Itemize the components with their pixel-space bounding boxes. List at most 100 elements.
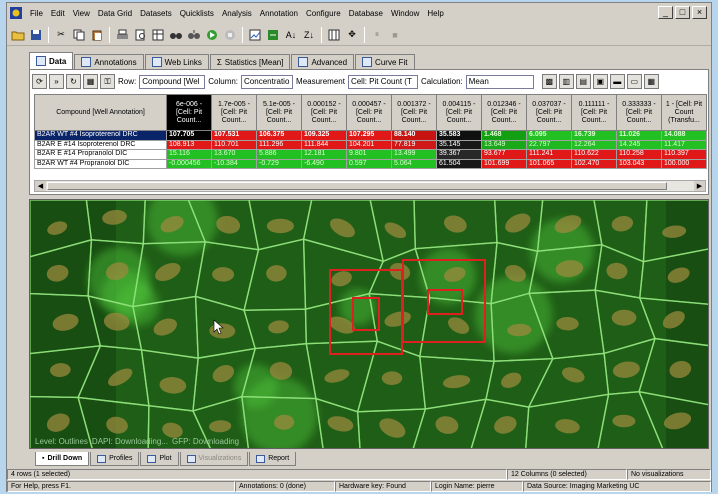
menu-data-grid[interactable]: Data Grid bbox=[94, 9, 136, 18]
horizontal-scrollbar[interactable]: ◀ ▶ bbox=[34, 180, 706, 192]
measurement-field[interactable]: Cell: Pit Count (T bbox=[347, 74, 418, 89]
tab-data[interactable]: Data bbox=[29, 52, 74, 69]
table-row[interactable]: B2AR E #14 Isoproterenol DRC 108.913 110.7… bbox=[34, 139, 707, 150]
menu-view[interactable]: View bbox=[69, 9, 94, 18]
restore-button[interactable]: □ bbox=[675, 6, 690, 19]
calculation-field[interactable]: Mean bbox=[465, 74, 534, 89]
menu-help[interactable]: Help bbox=[423, 9, 447, 18]
table-row[interactable]: B2AR WT #4 Propranolol DIC -0.000456 -10.3… bbox=[34, 158, 707, 169]
grid-cell[interactable]: 93.677 bbox=[481, 149, 527, 160]
grid-cell[interactable]: 39.367 bbox=[436, 149, 482, 160]
grid-cell[interactable]: 6.095 bbox=[526, 130, 572, 141]
grid-cell[interactable]: 13.499 bbox=[391, 149, 437, 160]
grid-cell[interactable]: 14.245 bbox=[616, 139, 662, 150]
find-next-icon[interactable] bbox=[186, 27, 202, 43]
menu-database[interactable]: Database bbox=[345, 9, 387, 18]
grid-cell[interactable]: 107.295 bbox=[346, 130, 392, 141]
grid-cell[interactable]: 104.201 bbox=[346, 139, 392, 150]
tab-visualizations[interactable]: Visualizations bbox=[179, 452, 249, 466]
grid-cell[interactable]: 11.026 bbox=[616, 130, 662, 141]
print-icon[interactable] bbox=[114, 27, 130, 43]
grid-cell[interactable]: 5.064 bbox=[391, 158, 437, 169]
menu-configure[interactable]: Configure bbox=[302, 9, 345, 18]
grid-cell[interactable]: 101.065 bbox=[526, 158, 572, 169]
grid-cell[interactable]: 11.417 bbox=[661, 139, 707, 150]
grid-column-header[interactable]: 0.000457 - [Cell: Pit Count... bbox=[346, 94, 392, 131]
grid-column-header[interactable]: 0.000152 - [Cell: Pit Count... bbox=[301, 94, 347, 131]
menu-edit[interactable]: Edit bbox=[47, 9, 69, 18]
move-icon[interactable]: ✥ bbox=[344, 27, 360, 43]
grid-cell[interactable]: 9.801 bbox=[346, 149, 392, 160]
colormap-icon[interactable]: ▥ bbox=[558, 74, 574, 89]
grid-cell[interactable]: 111.241 bbox=[526, 149, 572, 160]
chart-icon[interactable] bbox=[247, 27, 263, 43]
tab-web-links[interactable]: Web Links bbox=[144, 54, 209, 69]
grid-cell[interactable]: 111.844 bbox=[301, 139, 347, 150]
grid-cell[interactable]: 35.145 bbox=[436, 139, 482, 150]
grid-layout-icon[interactable]: ▦ bbox=[83, 74, 98, 89]
cut-icon[interactable]: ✂ bbox=[53, 27, 69, 43]
grid-column-header[interactable]: 0.037037 - [Cell: Pit Count... bbox=[526, 94, 572, 131]
grid-column-header[interactable]: 0.111111 - [Cell: Pit Count... bbox=[571, 94, 617, 131]
grid-cell[interactable]: 88.140 bbox=[391, 130, 437, 141]
grid-cell[interactable]: 13.670 bbox=[211, 149, 257, 160]
grid-cell[interactable]: 111.296 bbox=[256, 139, 302, 150]
display-icon[interactable]: ▬ bbox=[609, 74, 625, 89]
menu-annotation[interactable]: Annotation bbox=[256, 9, 302, 18]
paste-icon[interactable] bbox=[89, 27, 105, 43]
reload-icon[interactable]: ↻ bbox=[66, 74, 81, 89]
tab-profiles[interactable]: Profiles bbox=[90, 452, 140, 466]
grid-cell[interactable]: 102.470 bbox=[571, 158, 617, 169]
grid-column-header[interactable]: 0.001372 - [Cell: Pit Count... bbox=[391, 94, 437, 131]
tab-annotations[interactable]: Annotations bbox=[74, 54, 144, 69]
grid-column-header[interactable]: 0.333333 - [Cell: Pit Count... bbox=[616, 94, 662, 131]
save-icon[interactable] bbox=[28, 27, 44, 43]
grid-cell[interactable]: 14.088 bbox=[661, 130, 707, 141]
scroll-thumb[interactable] bbox=[47, 182, 667, 190]
grid-cell[interactable]: 5.886 bbox=[256, 149, 302, 160]
menu-quicklists[interactable]: Quicklists bbox=[176, 9, 218, 18]
tab-advanced[interactable]: Advanced bbox=[291, 54, 355, 69]
copy-grid-icon[interactable] bbox=[150, 27, 166, 43]
grid-cell[interactable]: 101.699 bbox=[481, 158, 527, 169]
find-icon[interactable] bbox=[168, 27, 184, 43]
open-folder-icon[interactable] bbox=[10, 27, 26, 43]
menu-file[interactable]: File bbox=[26, 9, 47, 18]
grid-cell[interactable]: 110.258 bbox=[616, 149, 662, 160]
filter-icon[interactable]: ▤ bbox=[575, 74, 591, 89]
tab-report[interactable]: Report bbox=[249, 452, 297, 466]
grid-cell[interactable]: 1.468 bbox=[481, 130, 527, 141]
tab-statistics[interactable]: Σ Statistics [Mean] bbox=[209, 54, 291, 69]
grid-column-header[interactable]: 5.1e-005 - [Cell: Pit Count... bbox=[256, 94, 302, 131]
scroll-right-icon[interactable]: ▶ bbox=[694, 181, 705, 191]
column-field[interactable]: Concentratio bbox=[241, 74, 294, 89]
row-field[interactable]: Compound [Wel bbox=[139, 74, 206, 89]
grid-column-header[interactable]: 1 - [Cell: Pit Count (Transfu... bbox=[661, 94, 707, 131]
grid-column-header[interactable]: 0.012346 - [Cell: Pit Count... bbox=[481, 94, 527, 131]
tab-curve-fit[interactable]: Curve Fit bbox=[355, 54, 415, 69]
grid-cell[interactable]: 77.819 bbox=[391, 139, 437, 150]
grid-cell[interactable]: 13.649 bbox=[481, 139, 527, 150]
stop-icon[interactable] bbox=[222, 27, 238, 43]
grid-cell[interactable]: 12.264 bbox=[571, 139, 617, 150]
grid-cell[interactable]: 22.797 bbox=[526, 139, 572, 150]
refresh-icon[interactable]: ⟳ bbox=[32, 74, 47, 89]
stop-square-icon[interactable]: ■ bbox=[387, 27, 403, 43]
key-icon[interactable]: ⚿ bbox=[100, 74, 115, 89]
grid-column-header[interactable]: 6e-006 - [Cell: Pit Count... bbox=[166, 94, 212, 131]
grid-row-header[interactable]: Compound [Well Annotation] bbox=[34, 94, 167, 131]
grid-cell[interactable]: -0.729 bbox=[256, 158, 302, 169]
menu-window[interactable]: Window bbox=[387, 9, 423, 18]
row-header-cell[interactable]: B2AR E #14 Propranolol DIC bbox=[34, 149, 167, 160]
columns-icon[interactable] bbox=[326, 27, 342, 43]
grid-cell[interactable]: 110.701 bbox=[211, 139, 257, 150]
tab-plot[interactable]: Plot bbox=[140, 452, 179, 466]
row-header-cell[interactable]: B2AR E #14 Isoproterenol DRC bbox=[34, 139, 167, 150]
tab-drill-down[interactable]: ▪ Drill Down bbox=[35, 452, 90, 466]
grid-column-header[interactable]: 1.7e-005 - [Cell: Pit Count... bbox=[211, 94, 257, 131]
grid-cell[interactable]: -10.384 bbox=[211, 158, 257, 169]
table-icon[interactable]: ▦ bbox=[643, 74, 659, 89]
grid-cell[interactable]: 35.583 bbox=[436, 130, 482, 141]
grid-cell[interactable]: 12.181 bbox=[301, 149, 347, 160]
sort-descending-icon[interactable]: Z↓ bbox=[301, 27, 317, 43]
